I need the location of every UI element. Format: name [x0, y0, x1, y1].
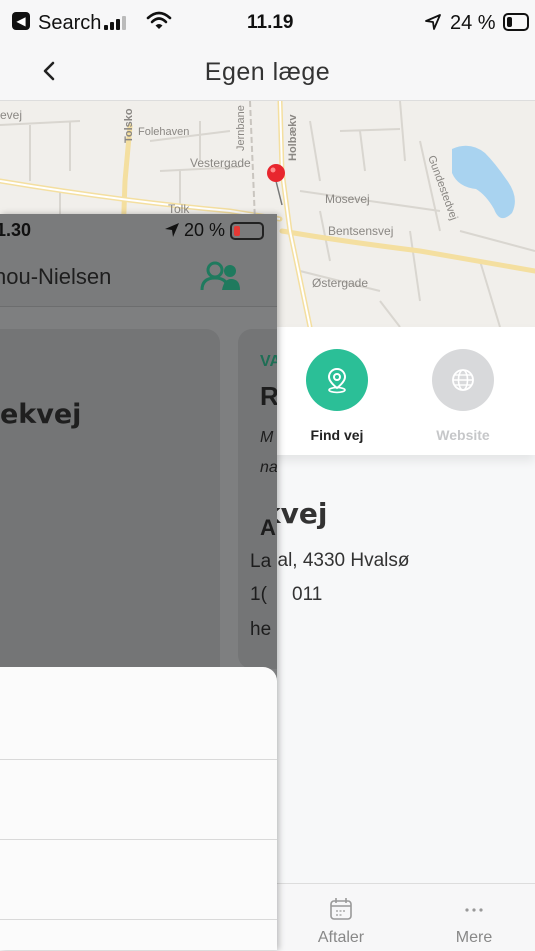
find-route-button[interactable]: Find vej	[292, 349, 382, 443]
street-label-jernbane: Jernbane	[235, 105, 247, 151]
address-line-1: sal, 4330 Hvalsø	[268, 550, 410, 571]
overlay-card2-italic-1: M	[260, 429, 274, 446]
location-arrow-icon	[425, 14, 441, 30]
tab-more[interactable]: Mere	[424, 896, 524, 947]
tab-appointments-label: Aftaler	[317, 929, 365, 946]
map-pin-icon[interactable]	[267, 164, 285, 182]
website-button[interactable]: Website	[418, 349, 508, 443]
overlay-card2-line-1: La	[250, 551, 272, 572]
overlay-card2-line-3: he	[250, 619, 272, 640]
sheet-divider	[0, 839, 277, 840]
back-to-app-icon[interactable]: ◀	[12, 12, 30, 30]
back-to-app-label[interactable]: Search	[38, 12, 101, 34]
status-time: 11.19	[247, 12, 294, 33]
overlay-battery-icon	[230, 222, 264, 240]
tab-appointments[interactable]: Aftaler	[291, 896, 391, 947]
street-label-vestergade: Vestergade	[190, 156, 251, 170]
overlay-card: ekvej	[0, 329, 220, 689]
wifi-icon	[146, 11, 172, 29]
signal-icon	[104, 14, 126, 30]
overlay-status-bar: 1.30 20 %	[0, 214, 277, 246]
street-label-holbaekv: Holbækv	[287, 114, 299, 161]
nav-bar: Egen læge	[0, 44, 535, 101]
overlay-title: nou-Nielsen	[0, 264, 112, 289]
tab-more-label: Mere	[455, 929, 493, 946]
overlay-nav-bar: nou-Nielsen	[0, 246, 277, 307]
street-label-mosevej: Mosevej	[325, 192, 370, 206]
users-icon[interactable]	[198, 258, 244, 294]
overlay-battery-percent: 20 %	[184, 220, 226, 240]
street-label-ostergade: Østergade	[312, 276, 368, 290]
sheet-divider	[0, 759, 277, 760]
overlay-card2-line-2: 1(	[250, 584, 267, 605]
overlay-card2-bold: Al	[260, 515, 277, 540]
more-dots-icon	[465, 908, 483, 912]
overlay-status-time: 1.30	[0, 220, 32, 240]
overlay-card-title: ekvej	[0, 399, 82, 430]
overlay-card-2: VA R M na Al La 1( he	[238, 329, 277, 669]
street-label-bentsensvej: Bentsensvej	[328, 224, 393, 238]
battery-icon	[503, 13, 529, 31]
overlay-location-arrow-icon	[165, 223, 179, 237]
battery-percent: 24 %	[450, 12, 496, 34]
location-pin-icon[interactable]	[306, 349, 368, 411]
website-label: Website	[436, 427, 490, 443]
overlay-card2-letter: R	[260, 381, 277, 411]
status-bar: ◀ Search 11.19 24 %	[0, 0, 535, 44]
switcher-overlay-screen[interactable]: 1.30 20 % nou-Nielsen ekvej VA R M na Al…	[0, 214, 277, 950]
street-label-evej: evej	[0, 108, 22, 122]
street-label-tolsko: Tolsko	[123, 108, 135, 143]
address-line-2: 011	[292, 584, 323, 605]
sheet-divider	[0, 919, 277, 920]
page-title: Egen læge	[204, 58, 331, 86]
overlay-bottom-sheet[interactable]	[0, 667, 277, 950]
globe-icon[interactable]	[432, 349, 494, 411]
street-label-folehaven: Folehaven	[138, 126, 189, 138]
overlay-card2-heading: VA	[260, 353, 277, 370]
calendar-icon	[330, 898, 352, 920]
find-route-label: Find vej	[310, 427, 364, 443]
overlay-card2-italic-2: na	[260, 459, 277, 476]
